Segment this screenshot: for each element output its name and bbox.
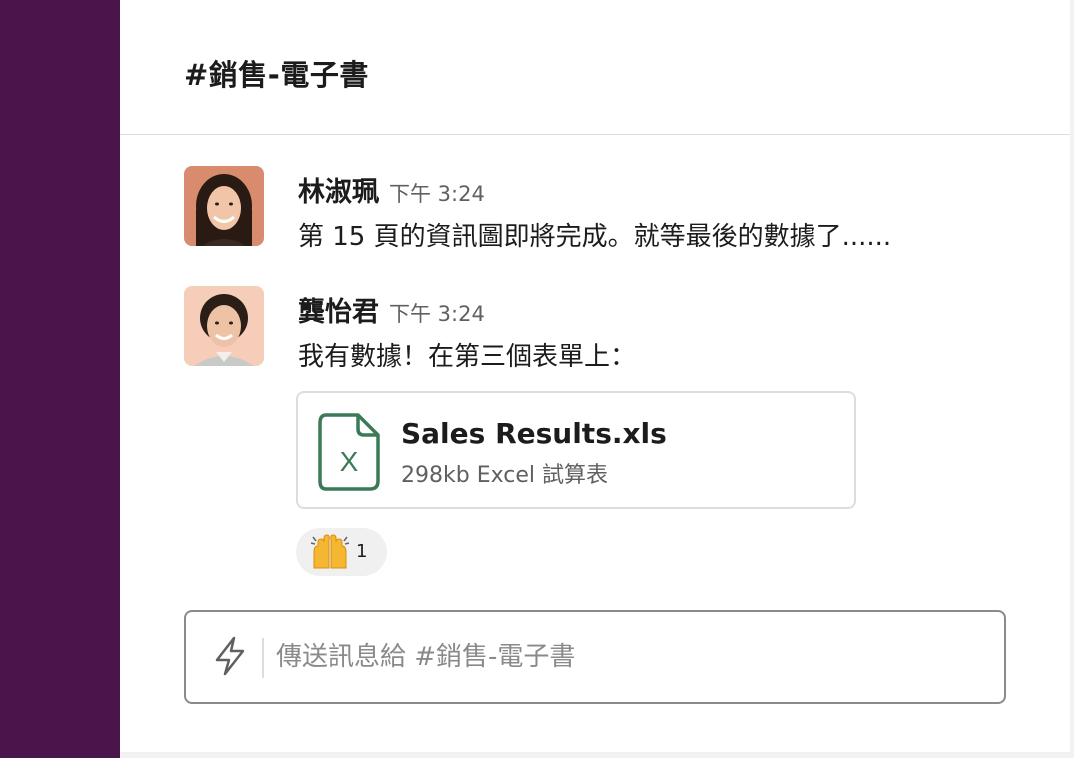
file-icon-letter: X (340, 446, 359, 477)
message-input[interactable] (276, 630, 976, 684)
composer-divider (262, 638, 264, 678)
author-name[interactable]: 林淑珮 (298, 177, 379, 208)
message-text: 第 15 頁的資訊圖即將完成。就等最後的數據了...... (298, 222, 892, 252)
message-item: 林淑珮 下午 3:24 第 15 頁的資訊圖即將完成。就等最後的數據了...... (184, 166, 1044, 256)
author-name[interactable]: 龔怡君 (298, 297, 379, 328)
message-text: 我有數據！在第三個表單上： (298, 342, 637, 372)
reaction-pill[interactable]: 1 (296, 528, 387, 576)
workspace-sidebar (0, 0, 120, 758)
message-timestamp[interactable]: 下午 3:24 (389, 182, 485, 206)
file-name[interactable]: Sales Results.xls (401, 417, 667, 450)
file-attachment[interactable]: X Sales Results.xls 298kb Excel 試算表 (296, 391, 856, 509)
channel-view: #銷售-電子書 林淑珮 下午 3:24 第 15 頁的資訊圖即將完成。就等最後的數… (120, 0, 1070, 752)
message-composer (184, 610, 1006, 704)
avatar[interactable] (184, 166, 264, 246)
message-header: 林淑珮 下午 3:24 (298, 170, 485, 209)
avatar[interactable] (184, 286, 264, 366)
channel-title[interactable]: #銷售-電子書 (184, 52, 369, 94)
file-meta: 298kb Excel 試算表 (401, 463, 608, 488)
excel-file-icon: X (318, 413, 380, 491)
raised-hands-emoji-icon (310, 534, 350, 569)
message-header: 龔怡君 下午 3:24 (298, 290, 485, 329)
channel-header: #銷售-電子書 (120, 0, 1070, 135)
lightning-icon[interactable] (212, 636, 248, 676)
message-timestamp[interactable]: 下午 3:24 (389, 302, 485, 326)
reaction-count: 1 (356, 541, 368, 562)
